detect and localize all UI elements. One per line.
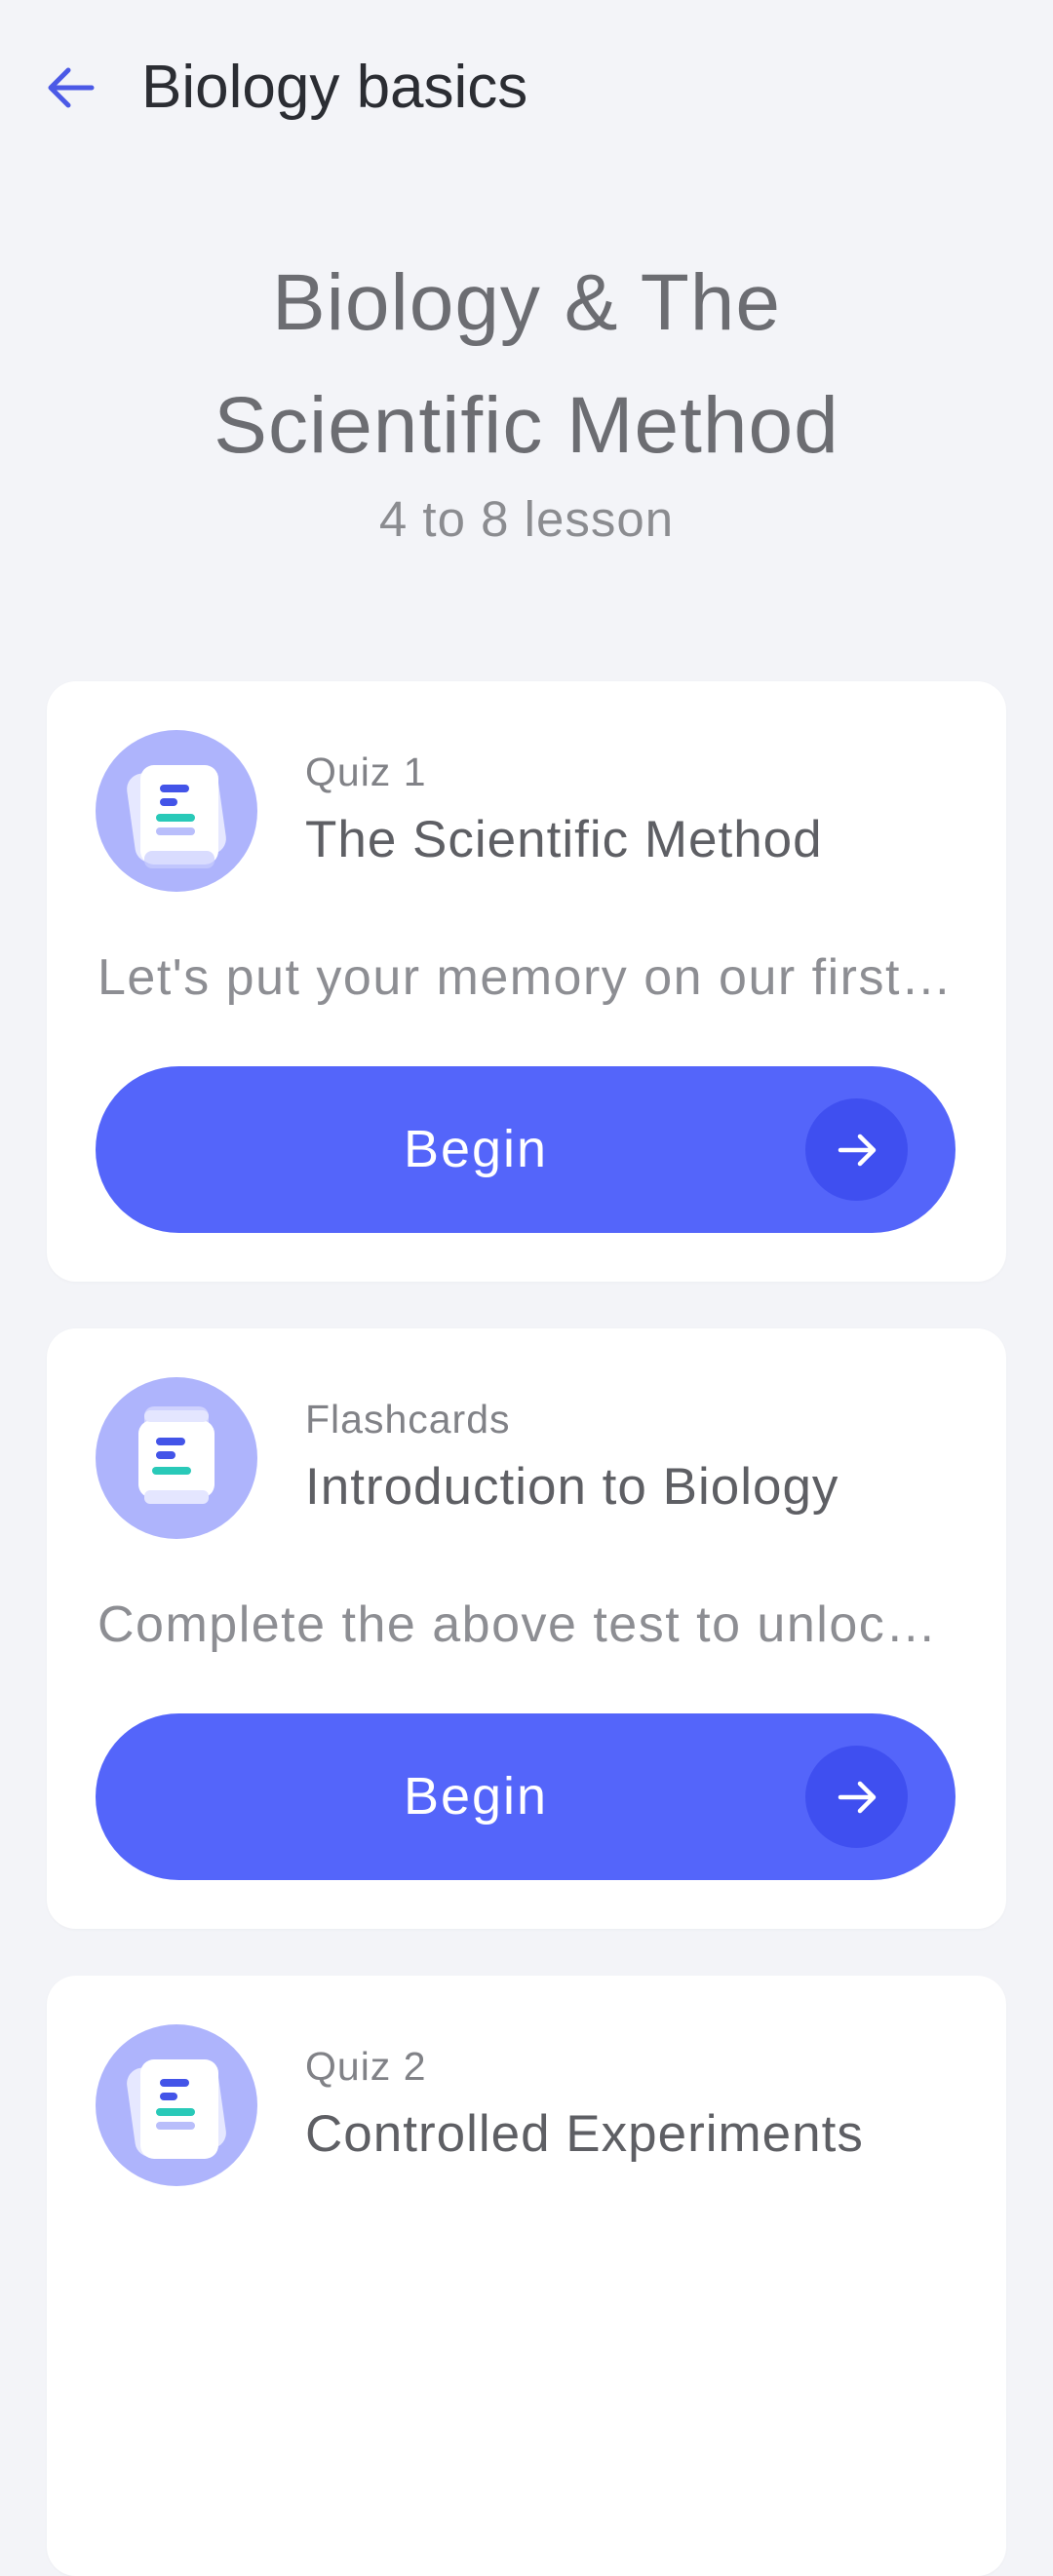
app-bar: Biology basics <box>0 0 1053 175</box>
lesson-card-flashcards: Flashcards Introduction to Biology Compl… <box>47 1328 1006 1929</box>
card-kicker: Quiz 2 <box>305 2044 427 2089</box>
lesson-card-quiz-1: Quiz 1 The Scientific Method Let's put y… <box>47 681 1006 1282</box>
quiz-document-icon <box>96 2024 257 2186</box>
card-description: Let's put your memory on our first test! <box>98 949 956 1006</box>
quiz-document-icon <box>96 730 257 892</box>
card-title: The Scientific Method <box>305 811 823 868</box>
card-description: Complete the above test to unlock flashc… <box>98 1596 956 1653</box>
course-title-line-2: Scientific Method <box>214 381 839 470</box>
flashcards-icon <box>96 1377 257 1539</box>
card-kicker: Quiz 1 <box>305 750 427 794</box>
page-title: Biology basics <box>141 54 528 121</box>
begin-button-label: Begin <box>403 1767 549 1826</box>
begin-button-label: Begin <box>403 1120 549 1178</box>
card-title: Controlled Experiments <box>305 2105 864 2163</box>
lesson-card-quiz-2: Quiz 2 Controlled Experiments <box>47 1976 1006 2576</box>
arrow-right-icon <box>805 1746 908 1848</box>
card-kicker: Flashcards <box>305 1397 511 1442</box>
lesson-count: 4 to 8 lesson <box>378 491 675 547</box>
arrow-left-icon <box>48 67 95 108</box>
card-title: Introduction to Biology <box>305 1458 839 1516</box>
course-title-line-1: Biology & The <box>271 258 782 347</box>
begin-button[interactable]: Begin <box>96 1713 956 1880</box>
course-title: Biology & The Scientific Method <box>0 242 1053 487</box>
begin-button[interactable]: Begin <box>96 1066 956 1233</box>
arrow-right-icon <box>805 1098 908 1201</box>
back-button[interactable] <box>35 49 105 127</box>
